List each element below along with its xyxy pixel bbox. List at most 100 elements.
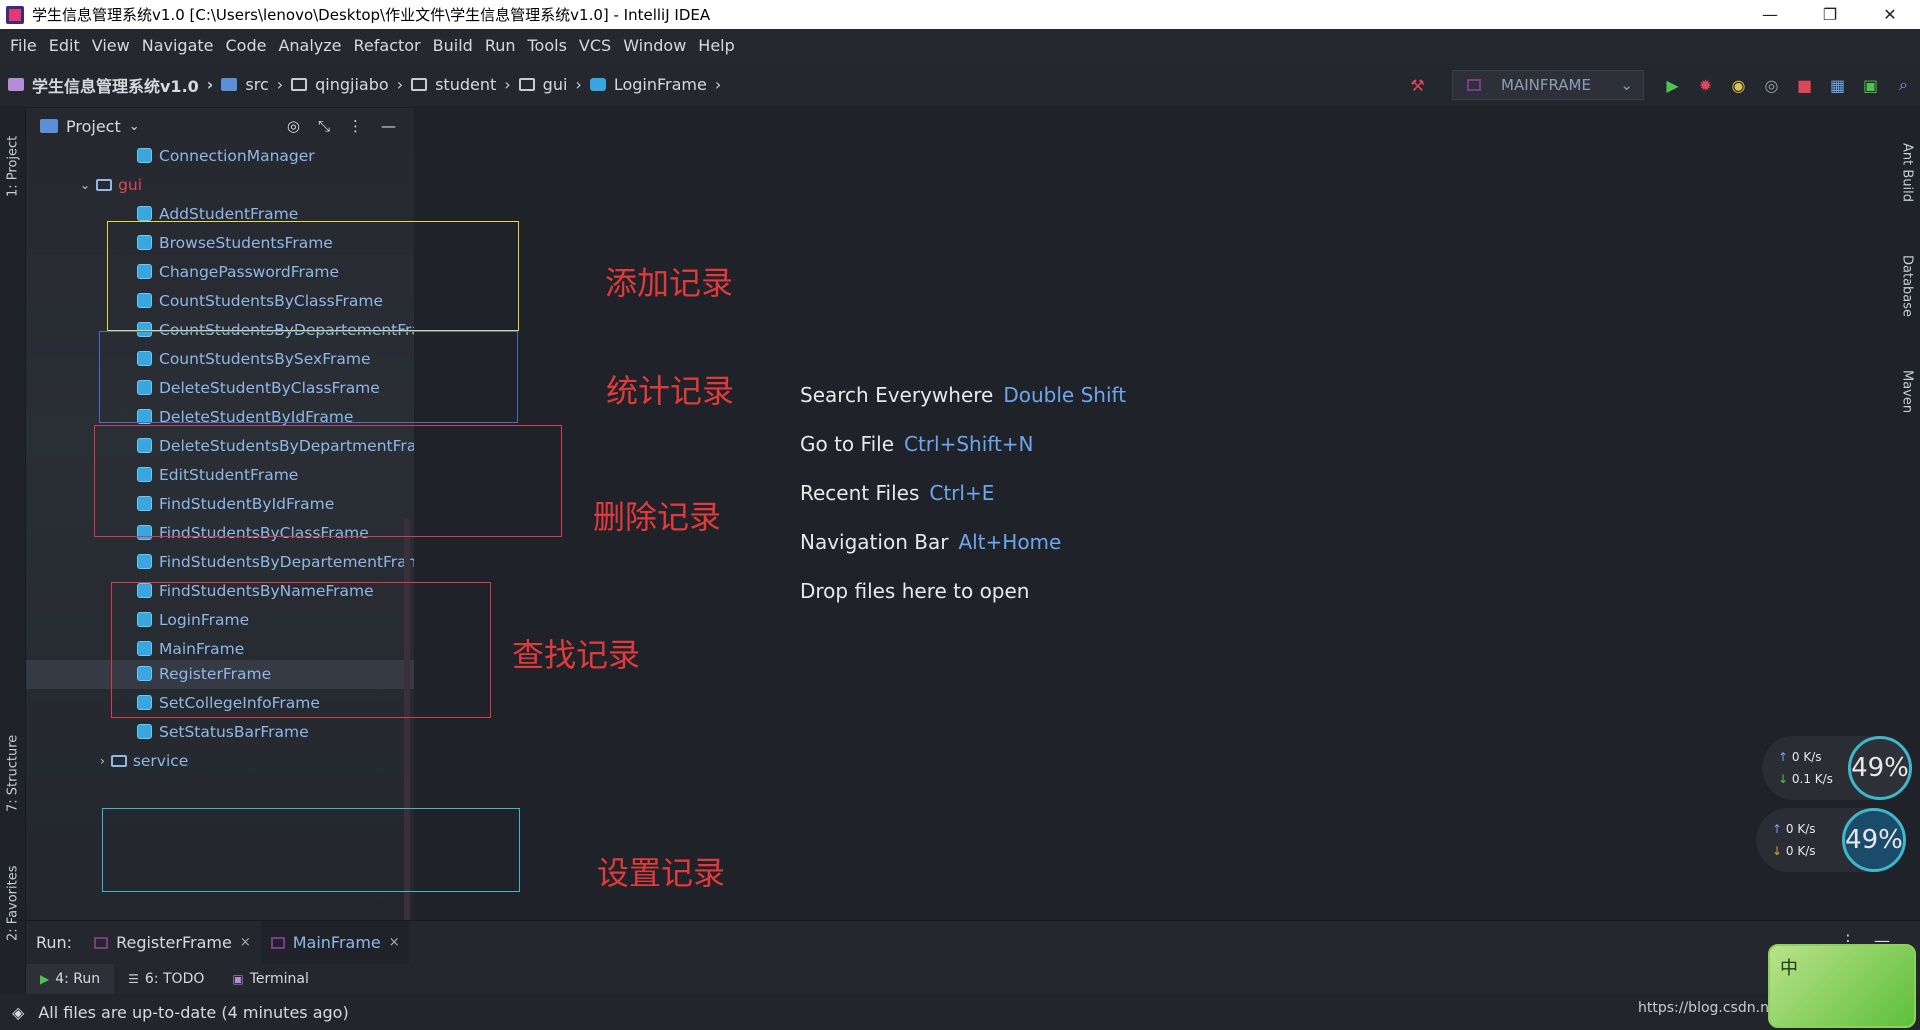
run-icon[interactable]: ▶ [1656, 70, 1689, 100]
hint-search-everywhere: Search Everywhere Double Shift [800, 383, 1126, 407]
upload-rate-value: 0 K/s [1791, 750, 1822, 764]
hint-go-to-file: Go to File Ctrl+Shift+N [800, 432, 1034, 456]
run-tab-mainframe[interactable]: MainFrame × [260, 920, 410, 965]
tool-todo[interactable]: ☰ 6: TODO [114, 964, 218, 994]
tool-terminal-label: Terminal [249, 971, 309, 987]
more-options-icon[interactable]: ⋮ [348, 117, 363, 135]
annotation-add: 添加记录 [605, 264, 734, 302]
breadcrumb-project-label: 学生信息管理系统v1.0 [32, 76, 199, 96]
status-bar: ◈ All files are up-to-date (4 minutes ag… [0, 994, 1920, 1030]
network-monitor-widget[interactable]: ↑ 0 K/s ↓ 0.1 K/s 49% [1762, 736, 1912, 800]
folder-icon [518, 78, 535, 91]
run-configuration-select[interactable]: MAINFRAME ⌄ [1452, 70, 1644, 100]
toolbar-right: ⚒ MAINFRAME ⌄ ▶ ✹ ◉ ◎ ■ ▦ ▣ ⌕ [1401, 62, 1920, 108]
navigation-bar: 学生信息管理系统v1.0 › src › qingjiabo › student… [0, 62, 1920, 108]
title-bar: 学生信息管理系统v1.0 [C:\Users\lenovo\Desktop\作业… [0, 0, 1920, 29]
tool-run[interactable]: ▶ 4: Run [26, 964, 115, 994]
debug-icon[interactable]: ✹ [1689, 70, 1722, 100]
menu-run[interactable]: Run [479, 36, 522, 55]
menu-file[interactable]: File [4, 36, 43, 55]
run-tab-label: MainFrame [292, 933, 381, 952]
project-structure-icon[interactable]: ▦ [1821, 70, 1854, 100]
hint-shortcut: Ctrl+E [929, 481, 995, 505]
hint-label: Drop files here to open [800, 579, 1030, 603]
menu-code[interactable]: Code [220, 36, 273, 55]
breadcrumb-loginframe[interactable]: LoginFrame › [589, 75, 722, 94]
restore-button[interactable]: ❐ [1800, 0, 1860, 29]
menu-window[interactable]: Window [617, 36, 692, 55]
layers-icon: ◈ [12, 1002, 25, 1022]
left-tool-strip: 1: Project 7: Structure 2: Favorites [0, 108, 26, 1030]
status-message: All files are up-to-date (4 minutes ago) [38, 1002, 349, 1022]
hint-label: Navigation Bar [800, 530, 949, 554]
breadcrumb-student[interactable]: student › [411, 75, 511, 94]
count-group-box [99, 331, 518, 423]
ime-widget[interactable]: 中 [1768, 944, 1916, 1028]
run-label: Run: [36, 933, 73, 952]
tree-folder-service[interactable]: › service [100, 743, 188, 778]
stop-icon[interactable]: ■ [1788, 70, 1821, 100]
breadcrumb-src[interactable]: src › [221, 75, 283, 94]
breadcrumb-project[interactable]: 学生信息管理系统v1.0 › [8, 73, 213, 97]
annotation-count: 统计记录 [606, 372, 735, 410]
menu-tools[interactable]: Tools [522, 36, 573, 55]
breadcrumb-separator: › [714, 75, 722, 94]
search-icon[interactable]: ⌕ [1887, 70, 1920, 100]
set-group-box [102, 808, 520, 892]
menu-edit[interactable]: Edit [43, 36, 86, 55]
network-monitor-widget[interactable]: ↑ 0 K/s ↓ 0 K/s 49% [1756, 808, 1906, 872]
tool-run-label: 4: Run [55, 971, 101, 987]
menu-help[interactable]: Help [692, 36, 740, 55]
chevron-right-icon[interactable]: › [100, 754, 105, 768]
coverage-icon[interactable]: ◉ [1722, 70, 1755, 100]
profile-icon[interactable]: ◎ [1755, 70, 1788, 100]
terminal-icon[interactable]: ▣ [1854, 70, 1887, 100]
tool-todo-label: 6: TODO [144, 971, 205, 987]
breadcrumb-separator: › [396, 75, 404, 94]
menu-vcs[interactable]: VCS [573, 36, 617, 55]
tab-favorites[interactable]: 2: Favorites [0, 848, 26, 958]
menu-refactor[interactable]: Refactor [348, 36, 427, 55]
download-rate: ↓ 0 K/s [1772, 840, 1842, 862]
menu-bar: File Edit View Navigate Code Analyze Ref… [0, 29, 1920, 62]
close-button[interactable]: ✕ [1860, 0, 1920, 29]
breadcrumb-src-label: src [245, 75, 269, 94]
tab-project[interactable]: 1: Project [0, 118, 26, 214]
tab-structure[interactable]: 7: Structure [0, 718, 26, 828]
menu-build[interactable]: Build [427, 36, 479, 55]
arrow-down-icon: ↓ [1778, 772, 1792, 786]
hint-navigation-bar: Navigation Bar Alt+Home [800, 530, 1061, 554]
close-icon[interactable]: × [389, 935, 400, 950]
menu-view[interactable]: View [86, 36, 136, 55]
menu-analyze[interactable]: Analyze [272, 36, 347, 55]
arrow-up-icon: ↑ [1778, 750, 1792, 764]
hide-panel-icon[interactable]: — [381, 117, 396, 135]
minimize-button[interactable]: — [1740, 0, 1800, 29]
locate-icon[interactable]: ◎ [287, 117, 300, 135]
breadcrumb-separator: › [504, 75, 511, 94]
hint-shortcut: Alt+Home [958, 530, 1062, 554]
tool-terminal[interactable]: ▣ Terminal [218, 964, 323, 994]
tree-folder-gui[interactable]: ⌄ gui [80, 167, 142, 202]
cpu-usage-gauge: 49% [1842, 808, 1906, 872]
collapse-all-icon[interactable]: ⤡ [318, 117, 330, 135]
breadcrumb-gui-label: gui [542, 75, 568, 94]
breadcrumb-qingjiabo[interactable]: qingjiabo › [291, 75, 403, 94]
tab-database[interactable]: Database [1894, 238, 1920, 334]
tab-ant-build[interactable]: Ant Build [1894, 124, 1920, 220]
hint-label: Go to File [800, 432, 894, 456]
breadcrumb-gui[interactable]: gui › [518, 75, 582, 94]
tree-item-connectionmanager[interactable]: ConnectionManager [137, 138, 315, 173]
project-panel-title[interactable]: Project [66, 117, 121, 136]
tab-maven[interactable]: Maven [1894, 344, 1920, 440]
breadcrumb-student-label: student [435, 75, 497, 94]
chevron-down-icon[interactable]: ⌄ [129, 119, 140, 134]
run-tab-registerframe[interactable]: RegisterFrame × [84, 921, 261, 965]
breadcrumb-separator: › [575, 75, 582, 94]
arrow-down-icon: ↓ [1772, 844, 1786, 858]
menu-navigate[interactable]: Navigate [136, 36, 220, 55]
chevron-down-icon[interactable]: ⌄ [80, 178, 90, 192]
hint-label: Recent Files [800, 481, 920, 505]
hammer-icon[interactable]: ⚒ [1401, 70, 1434, 100]
close-icon[interactable]: × [240, 935, 251, 950]
